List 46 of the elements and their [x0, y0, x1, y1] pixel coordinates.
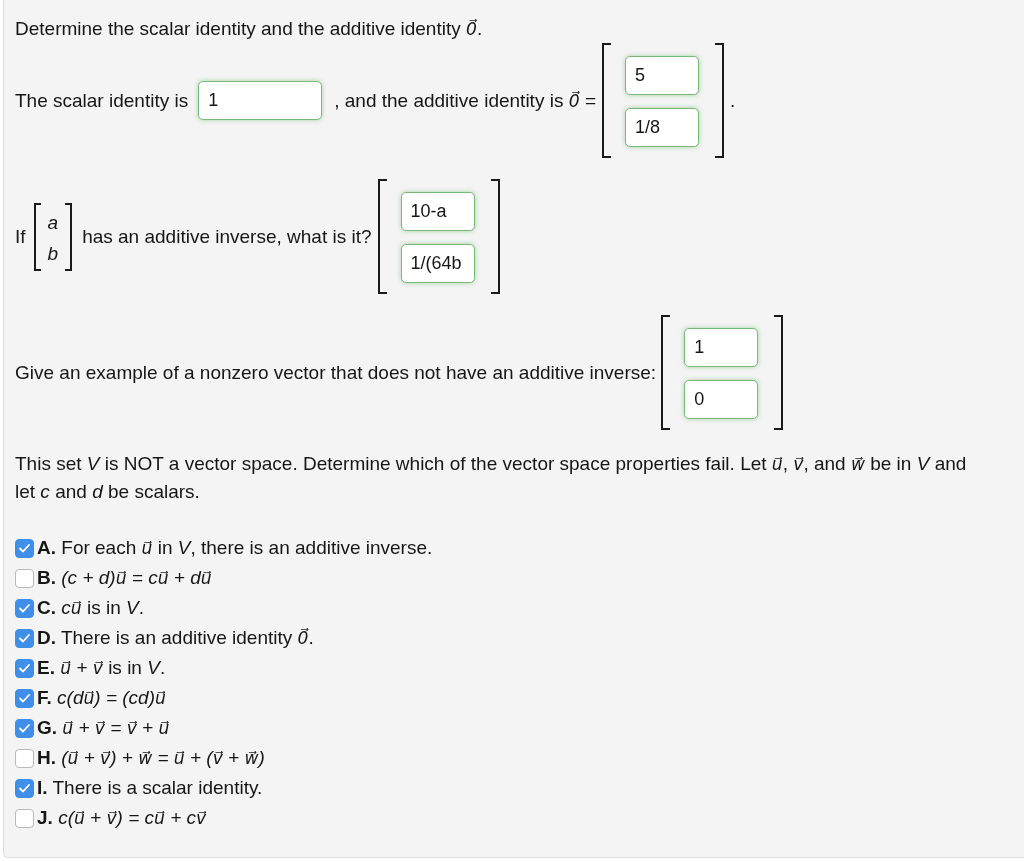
checkbox[interactable] — [15, 538, 34, 558]
answer-field[interactable]: 5 — [624, 56, 699, 95]
answer-field[interactable]: 0 — [684, 380, 759, 419]
option-text: I. There is a scalar identity. — [37, 776, 263, 800]
check-icon — [19, 603, 30, 613]
check-icon — [19, 693, 30, 703]
check-icon — [19, 633, 30, 643]
checkbox[interactable] — [15, 718, 34, 738]
checkbox[interactable] — [15, 628, 34, 648]
check-icon — [19, 723, 30, 733]
checkbox[interactable] — [15, 568, 34, 588]
option-text: F. c(du⃗) = (cd)u⃗ — [37, 686, 166, 710]
answer-field[interactable]: 1 — [198, 81, 323, 120]
question-text: Give an example of a nonzero vector that does not have an additive inverse: — [15, 360, 657, 385]
check-icon — [19, 543, 30, 553]
checkbox[interactable] — [15, 748, 34, 768]
question-text: has an additive inverse, what is it? — [82, 224, 372, 249]
answer-field[interactable]: 1 — [684, 328, 759, 367]
option-text: G. u⃗ + v⃗ = v⃗ + u⃗ — [37, 716, 170, 740]
check-icon — [19, 783, 30, 793]
label-text: , and the additive identity is 0⃗ = — [334, 88, 596, 113]
matrix-entry: b — [47, 241, 59, 266]
checkbox[interactable] — [15, 658, 34, 678]
question-text: This set V is NOT a vector space. Determine which of the vector space properties fail. Let u⃗, v⃗, and w⃗ be in V and let c and d be scalars. — [15, 452, 968, 504]
checkbox[interactable] — [15, 688, 34, 708]
option-text: H. (u⃗ + v⃗) + w⃗ = u⃗ + (v⃗ + w⃗) — [37, 746, 265, 770]
question-text: Determine the scalar identity and the additive identity 0⃗. — [15, 17, 483, 41]
answer-field[interactable]: 10-a — [400, 192, 475, 231]
checkbox[interactable] — [15, 598, 34, 618]
option-text: J. c(u⃗ + v⃗) = cu⃗ + cv⃗ — [37, 806, 207, 830]
option-text: C. cu⃗ is in V. — [37, 596, 144, 620]
answer-field[interactable]: 1/(64b — [400, 244, 475, 283]
option-text: D. There is an additive identity 0⃗. — [37, 626, 314, 650]
checkbox[interactable] — [15, 808, 34, 828]
label-text: The scalar identity is — [15, 88, 189, 113]
matrix-entry: a — [47, 210, 59, 235]
option-text: A. For each u⃗ in V, there is an additive inverse. — [37, 536, 433, 560]
right-bracket — [65, 202, 73, 271]
checkbox[interactable] — [15, 778, 34, 798]
option-text: E. u⃗ + v⃗ is in V. — [37, 656, 166, 680]
period-text: . — [729, 88, 736, 113]
option-text: B. (c + d)u⃗ = cu⃗ + du⃗ — [37, 566, 212, 590]
answer-field[interactable]: 1/8 — [624, 108, 699, 147]
check-icon — [19, 663, 30, 673]
left-bracket — [33, 202, 41, 271]
label-text: If — [15, 224, 26, 249]
